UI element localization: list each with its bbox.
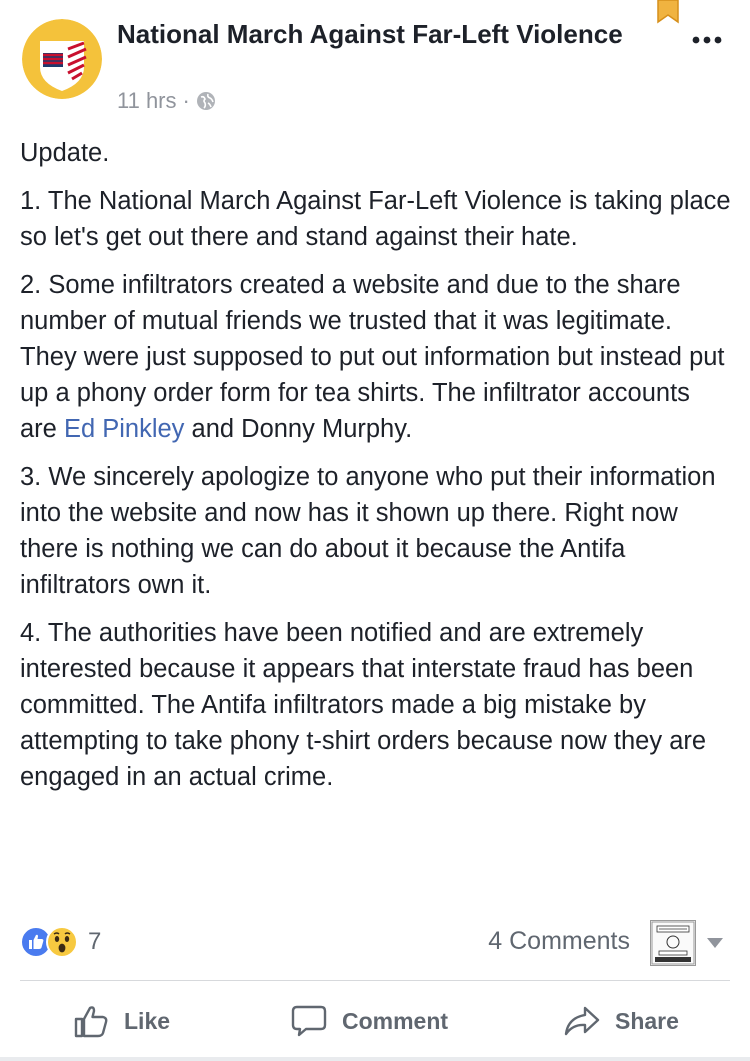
meta-separator: · [182, 88, 190, 113]
chevron-down-icon[interactable] [706, 937, 724, 949]
reaction-count: 7 [88, 928, 102, 955]
page-name-link[interactable]: National March Against Far-Left Violence [117, 17, 637, 51]
paragraph-text: and Donny Murphy. [184, 415, 413, 443]
bookmark-ribbon-icon [657, 0, 679, 24]
post-paragraph: 4. The authorities have been notified an… [20, 619, 707, 791]
share-arrow-icon [564, 1006, 600, 1036]
post-paragraph: 1. The National March Against Far-Left V… [20, 187, 731, 251]
page-avatar[interactable] [22, 19, 102, 99]
shield-logo-icon [22, 19, 102, 99]
globe-icon[interactable] [196, 91, 216, 111]
comment-button[interactable]: Comment [290, 995, 448, 1047]
comments-count-link[interactable]: 4 Comments [488, 927, 630, 956]
post-paragraph: 3. We sincerely apologize to anyone who … [20, 463, 716, 599]
comment-label: Comment [342, 1007, 449, 1034]
post-meta: 11 hrs · [117, 88, 216, 114]
like-label: Like [124, 1007, 171, 1034]
reactions-summary[interactable]: 7 [20, 925, 101, 959]
facebook-post: National March Against Far-Left Violence… [0, 0, 750, 1061]
thumbs-up-icon [74, 1006, 108, 1038]
speech-bubble-icon [291, 1005, 327, 1037]
divider [20, 980, 730, 981]
wow-reaction-icon [46, 926, 78, 958]
feed-separator [0, 1057, 750, 1061]
post-body: Update. 1. The National March Against Fa… [20, 135, 732, 807]
share-label: Share [615, 1007, 679, 1034]
share-button[interactable]: Share [563, 995, 679, 1047]
commenter-image-thumbnail[interactable] [650, 920, 696, 966]
profile-link-ed-pinkley[interactable]: Ed Pinkley [64, 415, 184, 443]
post-timestamp[interactable]: 11 hrs [117, 88, 177, 114]
post-action-bar: Like Comment Share [0, 995, 750, 1047]
post-paragraph: 2. Some infiltrators created a website a… [20, 267, 732, 447]
like-button[interactable]: Like [72, 995, 170, 1047]
post-paragraph: Update. [20, 139, 110, 167]
more-options-icon[interactable] [690, 30, 724, 50]
